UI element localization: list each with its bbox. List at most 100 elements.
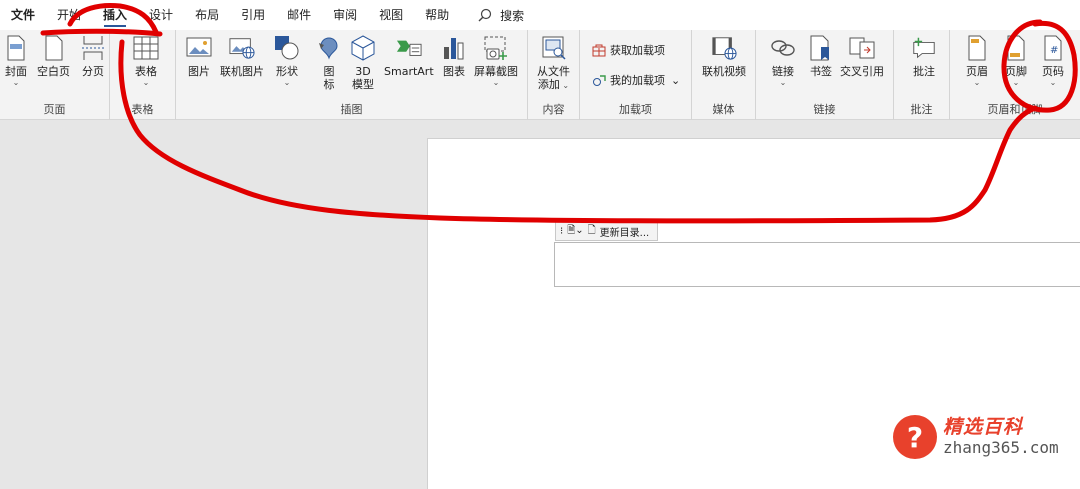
chevron-down-icon: ⌄ xyxy=(283,78,291,87)
group-label-comments: 批注 xyxy=(910,103,933,116)
group-links: 链接 ⌄ 书签 交叉引用 链接 xyxy=(756,30,894,120)
picture-button[interactable]: 图片 xyxy=(186,34,212,78)
chevron-down-icon: ⌄ xyxy=(1012,78,1020,87)
icons-label-line1: 图 xyxy=(323,65,335,78)
chevron-down-icon: ⌄ xyxy=(671,73,681,87)
search-label: 搜索 xyxy=(500,8,525,23)
shapes-label: 形状 xyxy=(276,65,298,78)
question-mark-logo-icon: ? xyxy=(893,415,937,459)
online-pictures-icon xyxy=(229,34,255,62)
tab-references[interactable]: 引用 xyxy=(230,0,276,30)
tab-design[interactable]: 设计 xyxy=(138,0,184,30)
get-addins-button[interactable]: 获取加载项 xyxy=(592,42,665,58)
menu-bar: 文件 开始 插入 设计 布局 引用 邮件 审阅 视图 帮助 搜索 xyxy=(0,0,1080,30)
online-video-icon xyxy=(711,34,737,62)
update-toc-button[interactable]: 更新目录... xyxy=(600,224,650,239)
chevron-down-icon: ⌄ xyxy=(12,78,20,87)
icons-label-line2: 标 xyxy=(323,78,335,91)
tab-layout[interactable]: 布局 xyxy=(184,0,230,30)
header-label: 页眉 xyxy=(966,65,988,78)
icons-icon xyxy=(316,34,342,62)
online-video-button[interactable]: 联机视频 xyxy=(702,34,746,78)
page-number-label: 页码 xyxy=(1042,65,1064,78)
cube-icon xyxy=(350,34,376,62)
group-tables: 表格 ⌄ 表格 xyxy=(110,30,176,120)
get-addins-label: 获取加载项 xyxy=(610,44,665,57)
drag-handle-icon[interactable]: ⁝ xyxy=(560,226,563,237)
insert-from-file-label-line1: 从文件 xyxy=(537,65,570,78)
chevron-down-icon: ⌄ xyxy=(779,78,787,87)
group-label-tables: 表格 xyxy=(131,103,154,116)
page-number-icon: # xyxy=(1040,34,1066,62)
insert-from-file-button[interactable]: 从文件 添加 ⌄ xyxy=(537,34,570,91)
smartart-icon xyxy=(396,34,422,62)
tab-insert[interactable]: 插入 xyxy=(92,0,138,30)
cover-page-icon xyxy=(3,34,29,62)
footer-button[interactable]: 页脚 ⌄ xyxy=(1003,34,1029,88)
screenshot-icon xyxy=(483,34,509,62)
update-toc-icon: 🗋 xyxy=(587,224,596,236)
screenshot-label: 屏幕截图 xyxy=(474,65,518,78)
bookmark-button[interactable]: 书签 xyxy=(808,34,834,78)
link-button[interactable]: 链接 ⌄ xyxy=(770,34,796,88)
header-button[interactable]: 页眉 ⌄ xyxy=(964,34,990,88)
group-label-addins: 加载项 xyxy=(619,103,652,116)
picture-label: 图片 xyxy=(188,65,210,78)
new-comment-button[interactable]: 批注 xyxy=(911,34,937,78)
chart-label: 图表 xyxy=(443,65,465,78)
page-break-button[interactable]: 分页 xyxy=(80,34,106,78)
watermark: ? 精选百科 zhang365.com xyxy=(893,415,1059,459)
group-label-illustrations: 插图 xyxy=(340,103,363,116)
page-number-button[interactable]: # 页码 ⌄ xyxy=(1040,34,1066,88)
online-video-label: 联机视频 xyxy=(702,65,746,78)
chevron-down-icon: ⌄ xyxy=(559,81,570,90)
tab-file[interactable]: 文件 xyxy=(0,0,46,30)
my-addins-button[interactable]: 我的加载项 ⌄ xyxy=(592,72,680,88)
picture-icon xyxy=(186,34,212,62)
page-break-label: 分页 xyxy=(82,65,104,78)
group-header-footer: 页眉 ⌄ 页脚 ⌄ # 页码 ⌄ 页眉和页脚 xyxy=(950,30,1080,120)
cover-page-button[interactable]: 封面 ⌄ xyxy=(3,34,29,88)
group-pages: 封面 ⌄ 空白页 分页 页面 xyxy=(0,30,110,120)
3d-models-label-line1: 3D xyxy=(355,65,371,78)
screenshot-button[interactable]: 屏幕截图 ⌄ xyxy=(474,34,518,88)
document-icon[interactable]: 🗎⌄ xyxy=(567,223,583,240)
toc-content-control[interactable] xyxy=(554,242,1080,287)
cover-page-label: 封面 xyxy=(5,65,27,78)
tab-home[interactable]: 开始 xyxy=(46,0,92,30)
footer-label: 页脚 xyxy=(1005,65,1027,78)
search-box[interactable]: 搜索 xyxy=(478,7,524,24)
link-icon xyxy=(770,34,796,62)
shapes-button[interactable]: 形状 ⌄ xyxy=(274,34,300,88)
group-label-media: 媒体 xyxy=(712,103,735,116)
shapes-icon xyxy=(274,34,300,62)
tab-help[interactable]: 帮助 xyxy=(414,0,460,30)
footer-icon xyxy=(1003,34,1029,62)
svg-text:#: # xyxy=(1050,45,1058,56)
cross-reference-button[interactable]: 交叉引用 xyxy=(840,34,884,78)
toc-content-control-toolbar[interactable]: ⁝ 🗎⌄ 🗋 更新目录... xyxy=(555,221,659,241)
link-label: 链接 xyxy=(772,65,794,78)
chevron-down-icon: ⌄ xyxy=(1049,78,1057,87)
cross-reference-icon xyxy=(849,34,875,62)
bookmark-icon xyxy=(808,34,834,62)
file-search-icon xyxy=(541,34,567,62)
tab-mailings[interactable]: 邮件 xyxy=(276,0,322,30)
tab-view[interactable]: 视图 xyxy=(368,0,414,30)
blank-page-button[interactable]: 空白页 xyxy=(37,34,70,78)
chart-button[interactable]: 图表 xyxy=(441,34,467,78)
cross-reference-label: 交叉引用 xyxy=(840,65,884,78)
3d-models-button[interactable]: 3D 模型 xyxy=(350,34,376,91)
table-button[interactable]: 表格 ⌄ xyxy=(133,34,159,88)
ribbon: 封面 ⌄ 空白页 分页 页面 表格 ⌄ 表格 图片 联机图片 形状 ⌄ 图 标 … xyxy=(0,30,1080,120)
group-label-header-footer: 页眉和页脚 xyxy=(987,103,1043,116)
tab-review[interactable]: 审阅 xyxy=(322,0,368,30)
online-pictures-button[interactable]: 联机图片 xyxy=(220,34,264,78)
chevron-down-icon: ⌄ xyxy=(973,78,981,87)
blank-page-icon xyxy=(41,34,67,62)
icons-button[interactable]: 图 标 xyxy=(316,34,342,91)
group-label-links: 链接 xyxy=(813,103,836,116)
insert-from-file-label-line2: 添加 ⌄ xyxy=(537,78,570,91)
smartart-button[interactable]: SmartArt xyxy=(384,34,434,78)
group-label-pages: 页面 xyxy=(43,103,66,116)
